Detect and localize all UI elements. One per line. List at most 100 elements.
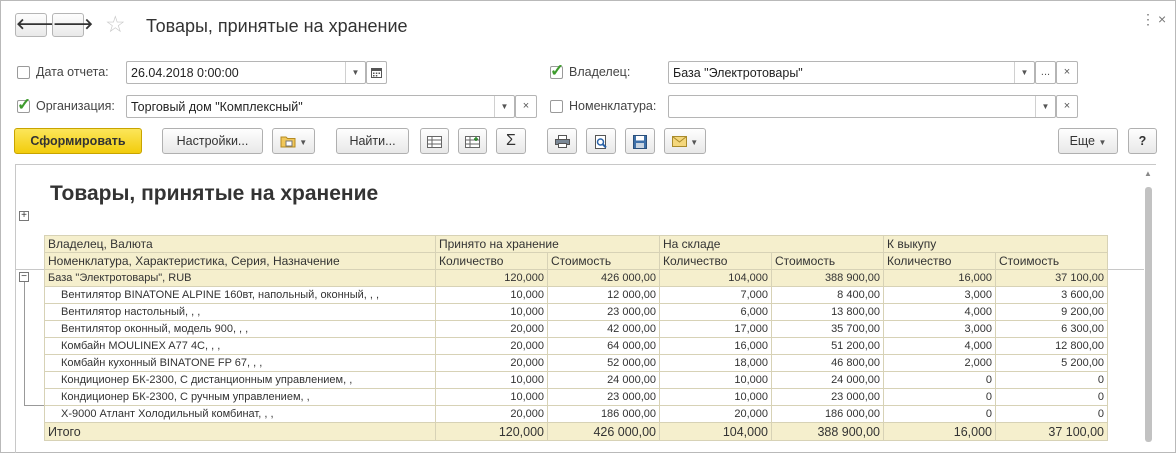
total-row: Итого 120,000 426 000,00 104,000 388 900,00 1… — [44, 422, 1108, 441]
table-row-cell: 23 000,00 — [771, 388, 884, 406]
table-row: Комбайн кухонный BINATONE FP 67, , , 20,0… — [44, 354, 1108, 372]
table-row-cell: 186 000,00 — [771, 405, 884, 423]
header-row-2-cell: Количество — [435, 252, 548, 270]
calendar-icon — [371, 67, 382, 78]
expand-groups-button[interactable] — [458, 128, 487, 154]
table-row-cell: 6,000 — [659, 303, 772, 321]
table-row-cell: Комбайн MOULINEX A77 4C, , , — [44, 337, 436, 355]
chevron-down-icon[interactable]: ▼ — [345, 62, 365, 83]
table-row-cell: 10,000 — [435, 371, 548, 389]
table-row-cell: 10,000 — [659, 371, 772, 389]
calendar-button[interactable] — [366, 61, 387, 84]
owner-checkbox[interactable] — [550, 61, 564, 81]
organization-field[interactable]: Торговый дом "Комплексный" ▼ — [126, 95, 515, 118]
page-title: Товары, принятые на хранение — [146, 16, 408, 36]
print-button[interactable] — [547, 128, 577, 154]
group-bracket-end — [24, 405, 44, 406]
scroll-up-icon[interactable]: ▲ — [1144, 169, 1152, 178]
table-row-cell: 12 800,00 — [995, 337, 1108, 355]
chevron-down-icon[interactable]: ▼ — [494, 96, 514, 117]
table-row-cell: 12 000,00 — [547, 286, 660, 304]
vertical-scrollbar[interactable]: ▲ — [1144, 169, 1153, 452]
table-row: Комбайн MOULINEX A77 4C, , , 20,000 64 000… — [44, 337, 1108, 355]
favorite-star-icon[interactable]: ☆ — [105, 12, 126, 36]
table-row-cell: 20,000 — [659, 405, 772, 423]
table-row-cell: 20,000 — [435, 405, 548, 423]
total-row-cell: 16,000 — [883, 422, 996, 441]
chevron-down-icon: ▼ — [299, 138, 308, 147]
total-row-cell: 37 100,00 — [995, 422, 1108, 441]
sum-button[interactable]: Σ — [496, 128, 526, 154]
preview-icon — [595, 134, 607, 149]
help-button[interactable]: ? — [1128, 128, 1157, 154]
expand-header-toggle[interactable]: + — [19, 211, 29, 221]
close-icon[interactable]: × — [1158, 11, 1166, 27]
table-row-cell: 16,000 — [659, 337, 772, 355]
folder-icon — [280, 136, 296, 148]
table-row: Вентилятор оконный, модель 900, , , 20,00… — [44, 320, 1108, 338]
generate-button[interactable]: Сформировать — [14, 128, 142, 154]
printer-icon — [554, 135, 570, 149]
organization-checkbox[interactable] — [17, 95, 31, 115]
table-row-cell: Кондиционер БК-2300, С ручным управление… — [44, 388, 436, 406]
table-row-cell: 46 800,00 — [771, 354, 884, 372]
collapse-group-toggle[interactable]: − — [19, 272, 29, 282]
find-button[interactable]: Найти... — [336, 128, 409, 154]
table-row-cell: 10,000 — [435, 388, 548, 406]
chevron-down-icon[interactable]: ▼ — [1035, 96, 1055, 117]
organization-clear-button[interactable]: × — [515, 95, 537, 118]
collapse-groups-button[interactable] — [420, 128, 449, 154]
table-row-cell: Кондиционер БК-2300, С дистанционным упр… — [44, 371, 436, 389]
table-row-cell: 0 — [883, 371, 996, 389]
table-row-cell: 7,000 — [659, 286, 772, 304]
owner-clear-button[interactable]: × — [1056, 61, 1078, 84]
envelope-icon — [671, 136, 687, 148]
header-row-1-cell: К выкупу — [883, 235, 1108, 253]
chevron-down-icon[interactable]: ▼ — [1014, 62, 1034, 83]
header-row-2-cell: Количество — [659, 252, 772, 270]
owner-select-button[interactable]: ... — [1035, 61, 1056, 84]
header-row-2-cell: Количество — [883, 252, 996, 270]
report-table: Владелец, Валюта Принято на хранение На ск… — [44, 235, 1108, 441]
table-row-cell: Вентилятор оконный, модель 900, , , — [44, 320, 436, 338]
table-row-cell: Вентилятор BINATONE ALPINE 160вт, наполь… — [44, 286, 436, 304]
table-row-cell: 20,000 — [435, 320, 548, 338]
table-row-cell: 9 200,00 — [995, 303, 1108, 321]
owner-field[interactable]: База "Электротовары" ▼ — [668, 61, 1035, 84]
group-row-cell: 426 000,00 — [547, 269, 660, 287]
nomenclature-clear-button[interactable]: × — [1056, 95, 1078, 118]
table-row-cell: 24 000,00 — [771, 371, 884, 389]
table-row-cell: 20,000 — [435, 337, 548, 355]
more-menu-icon[interactable]: ⋮ — [1141, 11, 1155, 28]
variants-button[interactable]: ▼ — [272, 128, 315, 154]
table-row: Кондиционер БК-2300, С дистанционным упр… — [44, 371, 1108, 389]
organization-label: Организация: — [36, 99, 115, 113]
settings-button[interactable]: Настройки... — [162, 128, 263, 154]
report-date-checkbox[interactable] — [17, 66, 30, 79]
save-button[interactable] — [625, 128, 655, 154]
group-row-cell: 16,000 — [883, 269, 996, 287]
header-row-2-cell: Стоимость — [995, 252, 1108, 270]
forward-button[interactable]: 🡒 — [52, 13, 93, 37]
table-row-cell: 42 000,00 — [547, 320, 660, 338]
total-row-cell: 120,000 — [435, 422, 548, 441]
table-row-cell: 51 200,00 — [771, 337, 884, 355]
table-row-cell: 13 800,00 — [771, 303, 884, 321]
table-row-cell: Вентилятор настольный, , , — [44, 303, 436, 321]
header-row-1: Владелец, Валюта Принято на хранение На ск… — [44, 235, 1108, 253]
send-button[interactable]: ▼ — [664, 128, 706, 154]
table-row-cell: 186 000,00 — [547, 405, 660, 423]
nomenclature-checkbox[interactable] — [550, 100, 563, 113]
owner-value: База "Электротовары" — [673, 66, 803, 80]
table-row-cell: 35 700,00 — [771, 320, 884, 338]
report-date-field[interactable]: 26.04.2018 0:00:00 ▼ — [126, 61, 366, 84]
table-row-cell: 24 000,00 — [547, 371, 660, 389]
more-button[interactable]: Еще ▼ — [1058, 128, 1118, 154]
scrollbar-thumb[interactable] — [1145, 187, 1152, 442]
table-row-cell: Х-9000 Атлант Холодильный комбинат, , , — [44, 405, 436, 423]
more-button-label: Еще — [1069, 134, 1096, 148]
nomenclature-field[interactable]: ▼ — [668, 95, 1056, 118]
header-row-2: Номенклатура, Характеристика, Серия, Наз… — [44, 252, 1108, 270]
preview-button[interactable] — [586, 128, 616, 154]
back-button[interactable]: 🡐 — [15, 13, 56, 37]
